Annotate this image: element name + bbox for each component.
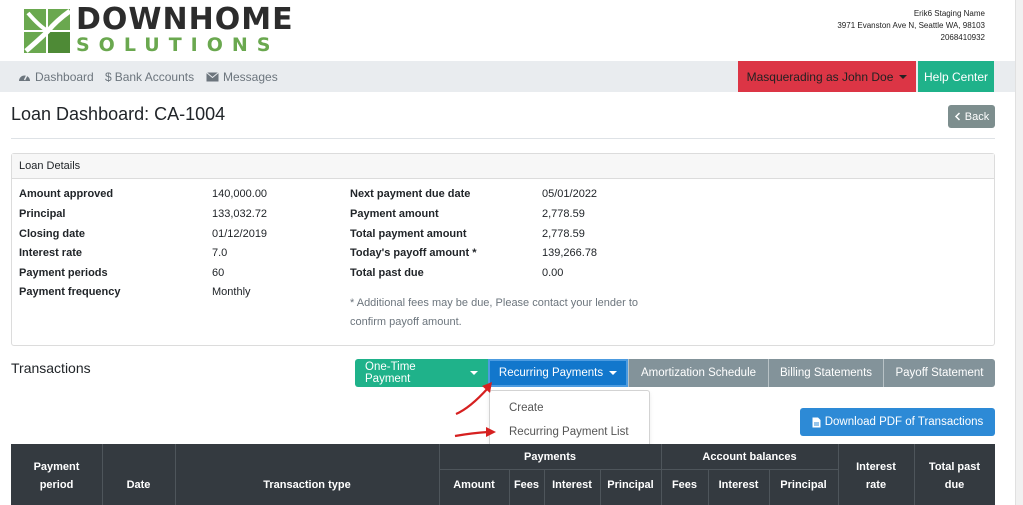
company-address: 3971 Evanston Ave N, Seattle WA, 98103 (837, 21, 985, 30)
one-time-payment-label: One-Time Payment (365, 361, 416, 385)
chevron-left-icon (954, 112, 960, 121)
company-name: Erik6 Staging Name (913, 9, 985, 18)
col-payment-period[interactable]: Payment period (11, 458, 102, 494)
col-total-past-due-line2: due (944, 479, 965, 491)
caret-down-icon (899, 74, 908, 79)
payoff-label: Payoff Statement (895, 367, 984, 379)
col-group-payments: Payments (524, 451, 576, 463)
col-balance-interest[interactable]: Interest (708, 476, 769, 494)
col-payment-period-line2: period (39, 479, 74, 491)
col-group-account-balances: Account balances (702, 451, 797, 463)
transactions-button-group: One-Time Payment Recurring Payments Amor… (355, 359, 995, 387)
nav-dashboard[interactable]: Dashboard (18, 61, 94, 92)
payment-amount-value: 2,778.59 (542, 208, 585, 220)
billing-label: Billing Statements (779, 367, 873, 379)
total-past-due-value: 0.00 (542, 267, 564, 279)
principal-label: Principal (19, 208, 66, 220)
annotation-arrow-icon (455, 382, 492, 416)
download-pdf-label: Download PDF of Transactions (824, 416, 984, 428)
payoff-statement-button[interactable]: Payoff Statement (883, 359, 995, 387)
next-due-date-label: Next payment due date (350, 188, 471, 200)
page-title: Loan Dashboard: CA-1004 (11, 104, 226, 124)
amount-approved-value: 140,000.00 (212, 188, 268, 200)
annotation-arrow-icon (454, 427, 496, 438)
transactions-title: Transactions (11, 360, 91, 376)
main-navbar: Dashboard $ Bank Accounts Messages Masqu… (0, 61, 1023, 92)
col-amount[interactable]: Amount (439, 476, 509, 494)
closing-date-value: 01/12/2019 (212, 228, 268, 240)
caret-down-icon (609, 371, 618, 375)
nav-bank-accounts[interactable]: $ Bank Accounts (105, 61, 194, 92)
amount-approved-label: Amount approved (19, 188, 114, 200)
help-center-label: Help Center (923, 69, 989, 84)
pdf-file-icon (812, 417, 821, 427)
principal-value: 133,032.72 (212, 208, 268, 220)
divider (11, 138, 995, 139)
col-interest-rate-line1: Interest (856, 461, 896, 473)
total-payment-label: Total payment amount (350, 228, 467, 240)
dashboard-icon (19, 74, 30, 81)
col-principal[interactable]: Principal (600, 476, 661, 494)
col-interest-rate-line2: rate (865, 479, 887, 491)
amortization-schedule-button[interactable]: Amortization Schedule (628, 359, 768, 387)
col-balance-fees[interactable]: Fees (661, 476, 708, 494)
dollar-icon: $ (105, 69, 112, 84)
company-info: Erik6 Staging Name 3971 Evanston Ave N, … (837, 8, 985, 44)
next-due-date-value: 05/01/2022 (542, 188, 598, 200)
logo-text-line2: SOLUTIONS (76, 34, 280, 56)
back-button[interactable]: Back (948, 105, 995, 128)
col-balance-principal[interactable]: Principal (769, 476, 838, 494)
payment-frequency-value: Monthly (212, 286, 251, 298)
payoff-note-line2: confirm payoff amount. (350, 316, 462, 328)
payment-periods-value: 60 (212, 267, 225, 279)
loan-details-card: Loan Details Amount approved 140,000.00 … (11, 153, 995, 346)
recurring-payments-button[interactable]: Recurring Payments (488, 359, 628, 387)
logo-text-line1: DOWNHOME (76, 2, 294, 37)
payment-frequency-label: Payment frequency (19, 286, 121, 298)
col-transaction-type[interactable]: Transaction type (175, 476, 439, 494)
loan-details-header: Loan Details (12, 154, 994, 179)
col-interest[interactable]: Interest (544, 476, 600, 494)
payoff-note-line1: * Additional fees may be due, Please con… (350, 297, 639, 309)
payment-amount-label: Payment amount (350, 208, 439, 220)
col-payment-period-line1: Payment (33, 461, 80, 473)
company-phone: 2068410932 (940, 33, 986, 42)
recurring-payments-label: Recurring Payments (498, 367, 604, 379)
interest-rate-label: Interest rate (19, 247, 82, 259)
billing-statements-button[interactable]: Billing Statements (768, 359, 883, 387)
payoff-amount-label: Today's payoff amount * (350, 247, 477, 259)
amortization-label: Amortization Schedule (640, 367, 757, 379)
page-scrollbar[interactable] (1015, 0, 1023, 505)
col-date[interactable]: Date (102, 476, 175, 494)
masquerade-dropdown[interactable]: Masquerading as John Doe (738, 61, 916, 92)
download-pdf-button[interactable]: Download PDF of Transactions (800, 408, 995, 436)
interest-rate-value: 7.0 (212, 247, 228, 259)
col-interest-rate[interactable]: Interest rate (838, 458, 914, 494)
col-fees[interactable]: Fees (509, 476, 544, 494)
closing-date-label: Closing date (19, 228, 86, 240)
col-total-past-due-line1: Total past (928, 461, 981, 473)
recurring-payments-menu: Create Recurring Payment List (489, 390, 650, 452)
payoff-note: * Additional fees may be due, Please con… (350, 294, 670, 332)
help-center-button[interactable]: Help Center (918, 61, 994, 92)
site-header: DOWNHOME SOLUTIONS Erik6 Staging Name 39… (0, 0, 1023, 61)
envelope-icon (206, 71, 219, 81)
back-label: Back (964, 110, 990, 123)
nav-messages-label: Messages (223, 69, 278, 84)
logo-mark-icon (24, 8, 72, 53)
col-total-past-due[interactable]: Total past due (914, 458, 995, 494)
masquerade-label: Masquerading as John Doe (746, 69, 894, 84)
menu-item-create[interactable]: Create (509, 402, 544, 414)
payment-periods-label: Payment periods (19, 267, 108, 279)
nav-dashboard-label: Dashboard (35, 69, 94, 84)
brand-logo[interactable]: DOWNHOME SOLUTIONS (22, 2, 294, 56)
transactions-table-header: Payment period Date Transaction type Pay… (11, 444, 995, 505)
nav-bank-accounts-label: Bank Accounts (114, 69, 195, 84)
total-past-due-label: Total past due (350, 267, 424, 279)
payoff-amount-value: 139,266.78 (542, 247, 598, 259)
menu-item-recurring-payment-list[interactable]: Recurring Payment List (509, 426, 629, 438)
total-payment-value: 2,778.59 (542, 228, 585, 240)
caret-down-icon (470, 371, 478, 375)
nav-messages[interactable]: Messages (206, 61, 278, 92)
